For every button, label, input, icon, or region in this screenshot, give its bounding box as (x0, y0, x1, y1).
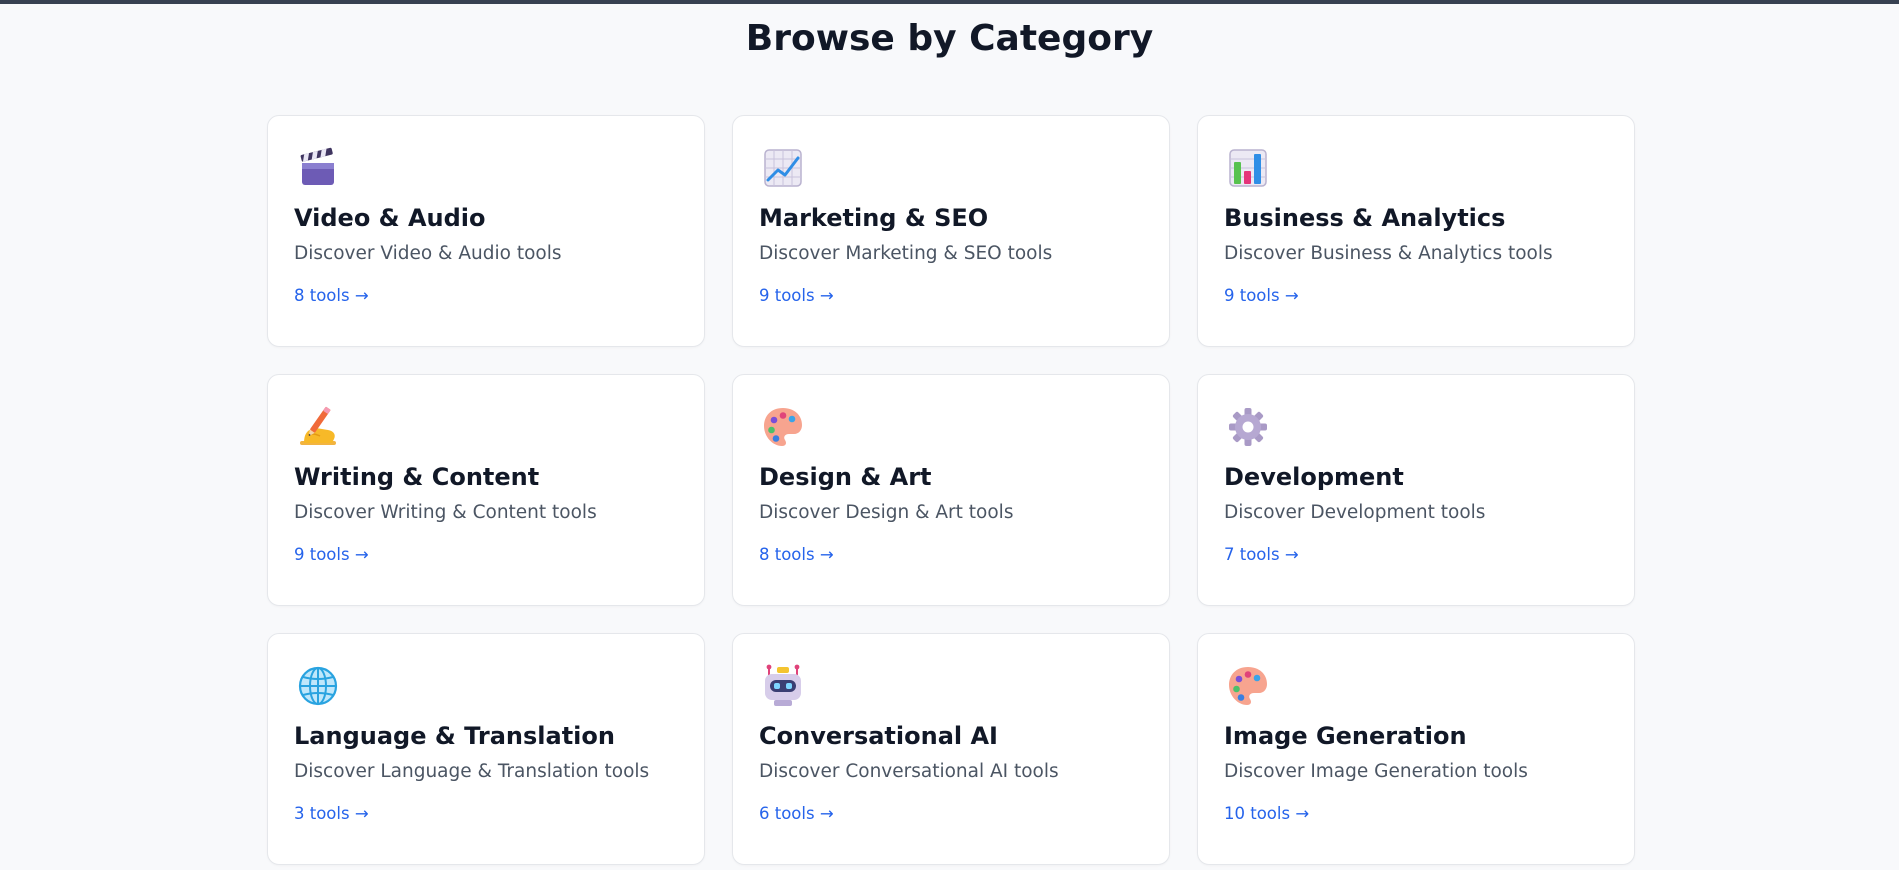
tools-count-link[interactable]: 8 tools → (294, 285, 369, 307)
robot-icon (759, 662, 807, 710)
card-description: Discover Business & Analytics tools (1224, 243, 1553, 264)
artist-palette-icon (759, 403, 807, 451)
category-card-language-translation[interactable]: Language & Translation Discover Language… (267, 633, 705, 865)
tools-count-link[interactable]: 6 tools → (759, 803, 834, 825)
card-description: Discover Conversational AI tools (759, 761, 1059, 782)
tools-count-link[interactable]: 9 tools → (294, 544, 369, 566)
category-card-video-audio[interactable]: Video & Audio Discover Video & Audio too… (267, 115, 705, 347)
card-title: Design & Art (759, 463, 932, 491)
card-description: Discover Video & Audio tools (294, 243, 562, 264)
card-description: Discover Image Generation tools (1224, 761, 1528, 782)
tools-count-link[interactable]: 9 tools → (1224, 285, 1299, 307)
tools-count-link[interactable]: 9 tools → (759, 285, 834, 307)
card-description: Discover Language & Translation tools (294, 761, 650, 782)
category-card-design-art[interactable]: Design & Art Discover Design & Art tools… (732, 374, 1170, 606)
writing-hand-icon (294, 403, 342, 451)
category-grid: Video & Audio Discover Video & Audio too… (267, 115, 1635, 865)
tools-count-link[interactable]: 10 tools → (1224, 803, 1309, 825)
top-border (0, 0, 1899, 4)
category-card-business-analytics[interactable]: Business & Analytics Discover Business &… (1197, 115, 1635, 347)
card-title: Image Generation (1224, 722, 1467, 750)
category-card-marketing-seo[interactable]: Marketing & SEO Discover Marketing & SEO… (732, 115, 1170, 347)
bar-chart-icon (1224, 144, 1272, 192)
tools-count-link[interactable]: 7 tools → (1224, 544, 1299, 566)
clapper-board-icon (294, 144, 342, 192)
card-title: Marketing & SEO (759, 204, 989, 232)
chart-increasing-icon (759, 144, 807, 192)
category-card-development[interactable]: Development Discover Development tools 7… (1197, 374, 1635, 606)
card-title: Video & Audio (294, 204, 486, 232)
card-description: Discover Design & Art tools (759, 502, 1014, 523)
card-description: Discover Writing & Content tools (294, 502, 597, 523)
page-title: Browse by Category (745, 18, 1154, 59)
category-card-conversational-ai[interactable]: Conversational AI Discover Conversationa… (732, 633, 1170, 865)
artist-palette-icon (1224, 662, 1272, 710)
card-title: Language & Translation (294, 722, 615, 750)
card-title: Business & Analytics (1224, 204, 1506, 232)
card-description: Discover Development tools (1224, 502, 1486, 523)
tools-count-link[interactable]: 8 tools → (759, 544, 834, 566)
tools-count-link[interactable]: 3 tools → (294, 803, 369, 825)
card-title: Conversational AI (759, 722, 998, 750)
category-card-writing-content[interactable]: Writing & Content Discover Writing & Con… (267, 374, 705, 606)
card-title: Development (1224, 463, 1404, 491)
card-title: Writing & Content (294, 463, 540, 491)
category-card-image-generation[interactable]: Image Generation Discover Image Generati… (1197, 633, 1635, 865)
gear-icon (1224, 403, 1272, 451)
card-description: Discover Marketing & SEO tools (759, 243, 1053, 264)
globe-icon (294, 662, 342, 710)
